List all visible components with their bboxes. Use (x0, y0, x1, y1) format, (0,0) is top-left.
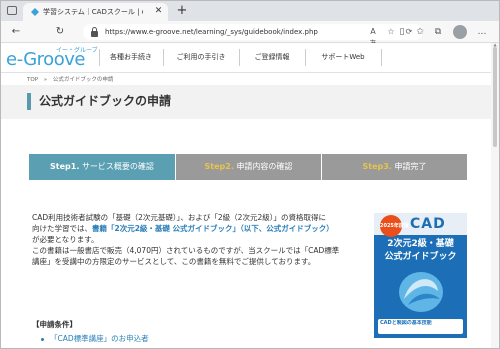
site-logo[interactable]: e-Groove イー・グルーブ (6, 47, 106, 71)
url-field[interactable]: https://www.e-groove.net/learning/_sys/g… (83, 24, 423, 48)
scrollbar-thumb[interactable] (493, 47, 497, 147)
split-screen-icon[interactable]: ▯ (395, 25, 409, 39)
url-text: https://www.e-groove.net/learning/_sys/g… (105, 28, 318, 36)
back-button[interactable]: ← (9, 25, 23, 39)
browser-tab[interactable]: 学習システム｜CADスクール | e-Gr ✕ (23, 3, 168, 21)
refresh-button[interactable]: ↻ (53, 25, 67, 39)
book-cover-graphic (399, 272, 443, 312)
book-cad-logo: CAD (410, 216, 446, 232)
menu-user-guide[interactable]: ご利用の手引き (165, 43, 237, 72)
step-1: Step1. サービス概要の確認 (29, 154, 175, 180)
step-progress: Step1. サービス概要の確認 Step2. 申請内容の確認 Step3. 申… (29, 154, 467, 180)
menu-procedures[interactable]: 各種お手続き (101, 43, 161, 72)
step-2: Step2. 申請内容の確認 (176, 154, 321, 180)
intro-line: CAD利用技術者試験の「基礎（2次元基礎）」、および「2級（2次元2級）」の資格… (32, 213, 326, 222)
favorites-icon[interactable]: ✩ (413, 25, 427, 39)
book-title-line2: 公式ガイドブック (384, 252, 457, 262)
book-year-badge: 2025年度版 (380, 215, 409, 237)
menu-divider (305, 49, 306, 66)
lock-icon (91, 27, 98, 37)
read-aloud-icon[interactable]: Aあ (367, 26, 379, 48)
bullet-icon (41, 337, 44, 341)
condition-item[interactable]: 「CAD標準講座」のお申込者 (41, 334, 149, 344)
title-band: 公式ガイドブックの申請 (1, 85, 491, 119)
breadcrumb: TOP » 公式ガイドブックの申請 (27, 75, 113, 85)
step-1-number: Step1. (50, 162, 80, 171)
intro-text: CAD利用技術者試験の「基礎（2次元基礎）」、および「2級（2次元2級）」の資格… (32, 212, 362, 267)
page-title: 公式ガイドブックの申請 (39, 94, 172, 108)
book-title-line1: 2次元2級・基礎 (387, 239, 454, 249)
intro-line: が必要となります。 (32, 235, 99, 244)
guidebook-name: 書籍「2次元2級・基礎 公式ガイドブック」（以下、公式ガイドブック） (92, 224, 334, 233)
step-2-number: Step2. (204, 162, 234, 171)
step-1-label: サービス概要の確認 (81, 162, 154, 171)
menu-divider (99, 49, 100, 66)
breadcrumb-current: 公式ガイドブックの申請 (52, 77, 114, 83)
tab-title: 学習システム｜CADスクール | e-Gr (43, 8, 143, 16)
condition-item-text: 「CAD標準講座」のお申込者 (50, 334, 149, 343)
guidebook-cover-image: 2025年度版 CAD 2次元2級・基礎 公式ガイドブック CADと製図の基本技… (374, 213, 467, 338)
collections-icon[interactable]: ⧉ (431, 25, 445, 39)
menu-divider (163, 49, 164, 66)
step-3-number: Step3. (362, 162, 392, 171)
menu-divider (381, 49, 382, 66)
step-2-label: 申請内容の確認 (236, 162, 293, 171)
title-accent-bar (27, 93, 31, 110)
step-3-label: 申請完了 (394, 162, 427, 171)
menu-support-web[interactable]: サポートWeb (307, 43, 379, 72)
profile-avatar[interactable] (453, 25, 467, 39)
menu-divider (239, 49, 240, 66)
step-3: Step3. 申請完了 (322, 154, 467, 180)
breadcrumb-top-link[interactable]: TOP (27, 77, 38, 83)
site-header: e-Groove イー・グルーブ 各種お手続き ご利用の手引き ご登録情報 サポ… (1, 43, 491, 73)
tab-actions-icon[interactable] (7, 6, 17, 15)
page-scrollbar[interactable]: ▲ (491, 43, 499, 348)
more-menu-icon[interactable]: … (475, 25, 489, 39)
breadcrumb-separator: » (43, 77, 48, 83)
new-tab-button[interactable]: + (175, 4, 189, 18)
menu-registration-info[interactable]: ご登録情報 (241, 43, 303, 72)
tab-close-icon[interactable]: ✕ (153, 6, 164, 17)
conditions-title: 【申請条件】 (32, 320, 77, 329)
logo-subtext: イー・グルーブ (56, 47, 98, 54)
address-bar-row: ← ↻ https://www.e-groove.net/learning/_s… (1, 21, 499, 48)
intro-line: 講座」を受講中の方限定のサービスとして、この書籍を無料でご提供しております。 (32, 257, 316, 266)
browser-window: 学習システム｜CADスクール | e-Gr ✕ + ← ↻ https://ww… (0, 0, 500, 349)
intro-line: 向けた学習では、書籍「2次元2級・基礎 公式ガイドブック」（以下、公式ガイドブッ… (32, 224, 334, 233)
intro-line: この書籍は一般書店で販売（4,070円）されているものですが、当スクールでは「C… (32, 246, 340, 255)
site-favicon-icon (31, 8, 39, 16)
book-subtitle: CADと製図の基本技能 (380, 320, 432, 326)
tab-bar: 学習システム｜CADスクール | e-Gr ✕ + (1, 1, 499, 21)
